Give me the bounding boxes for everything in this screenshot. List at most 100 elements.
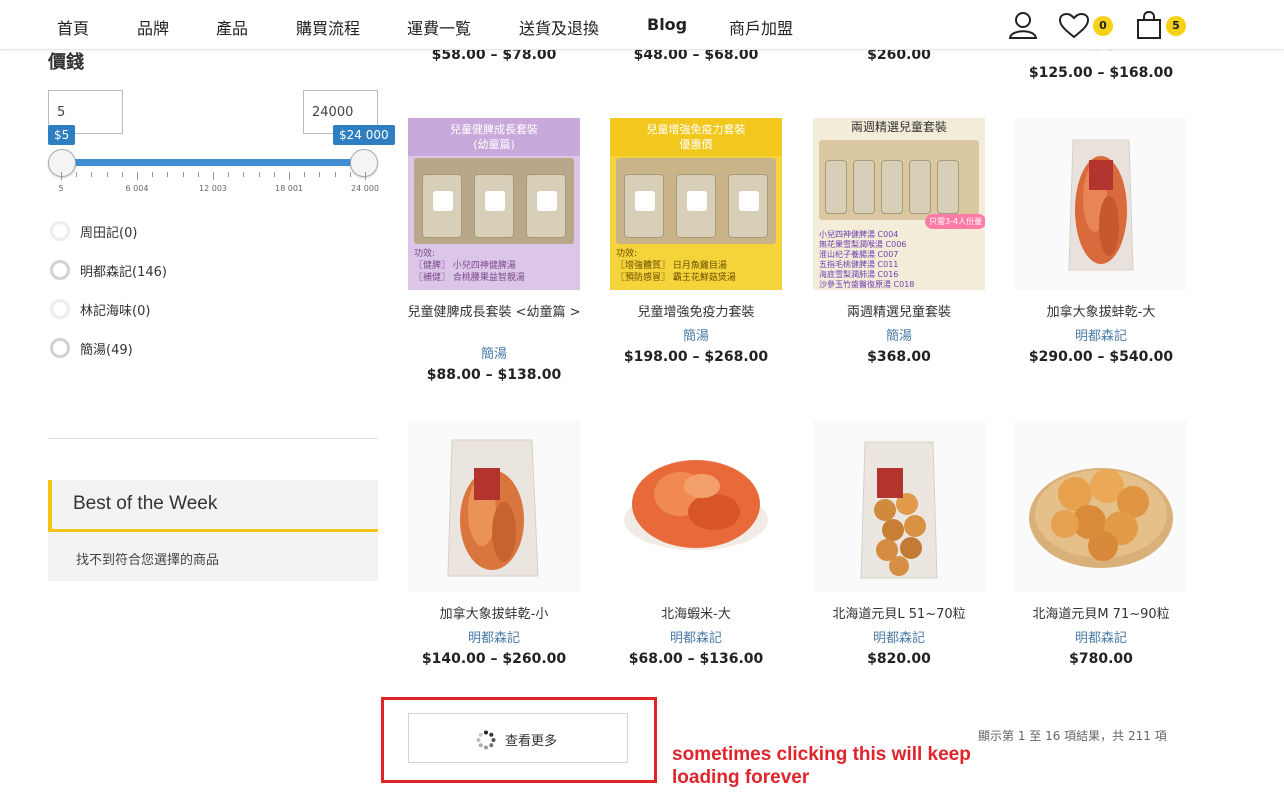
scale-tick xyxy=(228,172,230,177)
brand-filter-label: 簡湯(49) xyxy=(80,343,133,358)
product-image[interactable] xyxy=(1015,420,1187,592)
product-image[interactable] xyxy=(408,420,580,592)
annotation-highlight-box xyxy=(381,697,657,783)
scale-tick xyxy=(152,172,154,177)
scale-tick xyxy=(182,172,184,177)
scale-tick xyxy=(273,172,275,177)
scale-tick xyxy=(61,172,62,180)
price-filter-title: 價錢 xyxy=(48,52,84,73)
product-price: $140.00 – $260.00 xyxy=(421,651,567,667)
scale-label: 12 003 xyxy=(199,184,227,193)
product-name[interactable]: 北海道元貝M 71~90粒 xyxy=(1007,606,1195,623)
scale-tick xyxy=(304,172,306,177)
scale-tick xyxy=(76,172,78,177)
poster-details: 功效: 〖健脾〗 小兒四神健脾湯 〖補健〗 合桃腰果益智靚湯 xyxy=(414,249,525,283)
nav-delivery-returns[interactable]: 送貨及退換 xyxy=(519,15,599,39)
user-icon[interactable] xyxy=(1008,11,1038,39)
geoduck-bag-image xyxy=(447,439,539,577)
product-image[interactable] xyxy=(1015,118,1187,290)
product-image[interactable]: 兒童增強免疫力套裝 優惠價 功效: 〖增強體質〗 日月魚雞目湯 〖預防感冒〗 霸王花鮮… xyxy=(610,118,782,290)
scale-tick xyxy=(137,172,138,180)
soup-pack xyxy=(881,160,903,214)
radio-icon[interactable] xyxy=(50,299,70,319)
price-max-tooltip: $24 000 xyxy=(333,125,395,145)
scale-tick xyxy=(213,172,214,180)
radio-icon[interactable] xyxy=(50,260,70,280)
product-photo xyxy=(819,140,979,220)
poster-badge: 只需3-4人份量 xyxy=(925,214,985,229)
scale-label: 18 001 xyxy=(275,184,303,193)
dried-shrimp-image xyxy=(624,460,768,550)
result-count: 顯示第 1 至 16 項結果，共 211 項 xyxy=(978,729,1167,743)
dried-scallop-plate-image xyxy=(1029,468,1173,568)
scale-tick xyxy=(121,172,123,177)
product-price: $290.00 – $540.00 xyxy=(1028,349,1174,365)
radio-icon[interactable] xyxy=(50,221,70,241)
poster-title: 兒童健脾成長套裝 (幼童篇) xyxy=(408,118,580,156)
radio-icon[interactable] xyxy=(50,338,70,358)
product-name[interactable]: 加拿大象拔蚌乾-小 xyxy=(400,606,588,623)
product-image[interactable]: 兩週精選兒童套裝 只需3-4人份量 小兒四神健脾湯 C004 無花果雪梨潤喉湯 C… xyxy=(813,118,985,290)
geoduck-bag-image xyxy=(1068,139,1134,271)
product-name[interactable]: 兒童健脾成長套裝 <幼童篇 > xyxy=(400,304,588,321)
product-name[interactable]: 北海道元貝L 51~70粒 xyxy=(805,606,993,623)
product-name[interactable]: 兒童增強免疫力套裝 xyxy=(602,304,790,321)
nav-blog[interactable]: Blog xyxy=(647,15,687,34)
nav-products[interactable]: 產品 xyxy=(216,15,248,39)
poster-details: 功效: 〖增強體質〗 日月魚雞目湯 〖預防感冒〗 霸王花鮮菇煲湯 xyxy=(616,249,736,283)
nav-home[interactable]: 首頁 xyxy=(57,15,89,39)
nav-purchase-flow[interactable]: 購買流程 xyxy=(296,15,360,39)
product-photo xyxy=(414,158,574,244)
nav-brands[interactable]: 品牌 xyxy=(137,15,169,39)
heart-icon[interactable] xyxy=(1059,13,1089,39)
product-price: $198.00 – $268.00 xyxy=(623,349,769,365)
product-photo xyxy=(616,158,776,244)
soup-pack xyxy=(909,160,931,214)
soup-pack xyxy=(825,160,847,214)
product-category[interactable]: 簡湯 xyxy=(408,343,580,362)
scale-tick xyxy=(243,172,245,177)
product-category[interactable]: 明都森記 xyxy=(1015,627,1187,646)
product-image[interactable]: 兒童健脾成長套裝 (幼童篇) 功效: 〖健脾〗 小兒四神健脾湯 〖補健〗 合桃腰果益智… xyxy=(408,118,580,290)
shopping-bag-icon[interactable] xyxy=(1135,11,1163,39)
scale-tick xyxy=(106,172,108,177)
best-of-week-title: Best of the Week xyxy=(48,480,378,532)
poster-details: 小兒四神健脾湯 C004 無花果雪梨潤喉湯 C006 淮山杞子養腸湯 C007 五指… xyxy=(819,230,915,289)
nav-merchant-join[interactable]: 商戶加盟 xyxy=(729,15,793,39)
wishlist-count-badge: 0 xyxy=(1093,16,1113,36)
product-category[interactable]: 簡湯 xyxy=(813,325,985,344)
nav-shipping-fees[interactable]: 運費一覧 xyxy=(407,15,471,39)
brand-filter-label: 林記海味(0) xyxy=(80,304,151,319)
top-navigation: 首頁 品牌 產品 購買流程 運費一覧 送貨及退換 Blog 商戶加盟 0 5 xyxy=(0,0,1284,50)
soup-pack xyxy=(422,174,462,238)
product-price: $780.00 xyxy=(1069,651,1133,667)
scale-label: 5 xyxy=(58,184,64,193)
sidebar-divider xyxy=(48,438,378,439)
poster-title: 兒童增強免疫力套裝 優惠價 xyxy=(610,118,782,156)
soup-pack xyxy=(937,160,959,214)
soup-pack xyxy=(853,160,875,214)
scale-tick xyxy=(167,172,169,177)
product-image[interactable] xyxy=(610,420,782,592)
price-slider-track[interactable] xyxy=(62,159,364,166)
product-name[interactable]: 兩週精選兒童套裝 xyxy=(805,304,993,321)
price-min-tooltip: $5 xyxy=(48,125,76,145)
product-price: $68.00 – $136.00 xyxy=(628,651,764,667)
product-category[interactable]: 明都森記 xyxy=(813,627,985,646)
product-name[interactable]: 北海蝦米-大 xyxy=(602,606,790,623)
product-category[interactable]: 簡湯 xyxy=(610,325,782,344)
product-name[interactable]: 加拿大象拔蚌乾-大 xyxy=(1007,304,1195,321)
product-price: $820.00 xyxy=(867,651,931,667)
product-image[interactable] xyxy=(813,420,985,592)
dried-scallop-bag-image xyxy=(860,441,938,579)
product-category[interactable]: 明都森記 xyxy=(610,627,782,646)
scale-tick xyxy=(365,172,366,180)
annotation-text: sometimes clicking this will keep loadin… xyxy=(672,744,971,788)
brand-filter-label: 明都森記(146) xyxy=(80,265,167,280)
price-slider-scale xyxy=(61,172,366,180)
product-category[interactable]: 明都森記 xyxy=(1015,325,1187,344)
soup-pack xyxy=(526,174,566,238)
scale-tick xyxy=(91,172,93,177)
product-category[interactable]: 明都森記 xyxy=(408,627,580,646)
scale-label: 24 000 xyxy=(351,184,379,193)
